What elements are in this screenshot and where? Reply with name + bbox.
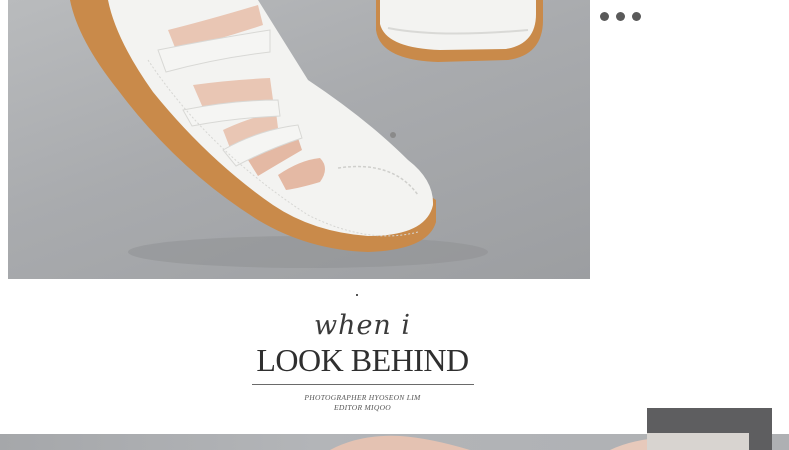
editorial-caption: when i LOOK BEHIND PHOTOGRAPHER HYOSEON …: [230, 292, 495, 417]
caption-main-title: LOOK BEHIND: [256, 342, 469, 378]
sandal-illustration: [70, 0, 543, 268]
caption-editor-credit: EDITOR MIQOO: [334, 403, 391, 412]
product-photo: [8, 0, 590, 279]
caption-photographer-credit: PHOTOGRAPHER HYOSEON LIM: [304, 393, 421, 402]
more-dots-icon: [616, 11, 625, 21]
caption-ornament: [356, 294, 358, 296]
side-panel: [647, 408, 772, 450]
more-dots-icon: [600, 11, 609, 21]
caption-divider: [252, 384, 474, 385]
side-panel-thumbnail: [647, 433, 749, 450]
more-options-button[interactable]: [600, 8, 648, 24]
more-dots-icon: [632, 11, 641, 21]
caption-script-title: when i: [313, 310, 412, 341]
